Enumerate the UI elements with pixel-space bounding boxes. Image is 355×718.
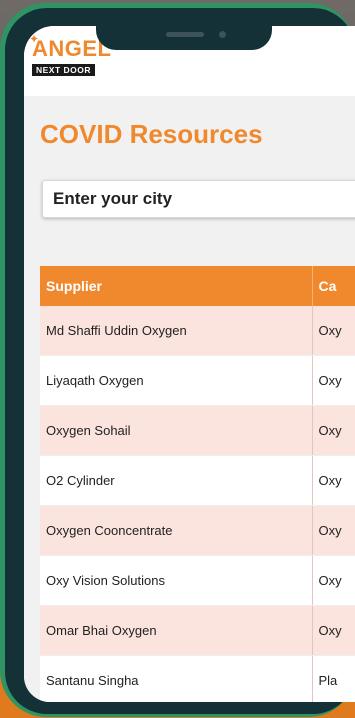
table-row[interactable]: Liyaqath Oxygen Oxy bbox=[40, 355, 355, 406]
supplier-cell: Md Shaffi Uddin Oxygen bbox=[40, 306, 313, 356]
category-cell: Oxy bbox=[312, 605, 355, 656]
category-cell: Oxy bbox=[312, 355, 355, 406]
category-cell: Oxy bbox=[312, 505, 355, 556]
resources-table: Supplier Ca Md Shaffi Uddin Oxygen Oxy L… bbox=[40, 266, 355, 702]
column-header-supplier[interactable]: Supplier bbox=[40, 266, 313, 306]
city-search-input[interactable] bbox=[42, 180, 355, 218]
column-header-category[interactable]: Ca bbox=[312, 266, 355, 306]
category-cell: Oxy bbox=[312, 306, 355, 356]
brand-logo[interactable]: ✦ ANGEL NEXT DOOR bbox=[28, 32, 111, 80]
supplier-cell: O2 Cylinder bbox=[40, 455, 313, 506]
table-row[interactable]: Oxygen Sohail Oxy bbox=[40, 405, 355, 456]
supplier-cell: Oxygen Sohail bbox=[40, 405, 313, 456]
phone-screen: ✦ ANGEL NEXT DOOR COVID Resources Suppli… bbox=[24, 26, 355, 702]
phone-notch bbox=[96, 10, 272, 50]
resources-table-container[interactable]: Supplier Ca Md Shaffi Uddin Oxygen Oxy L… bbox=[40, 266, 355, 702]
main-content: COVID Resources Supplier Ca Md Shaffi Ud… bbox=[24, 96, 355, 702]
supplier-cell: Liyaqath Oxygen bbox=[40, 355, 313, 406]
table-row[interactable]: Oxy Vision Solutions Oxy bbox=[40, 555, 355, 606]
logo-subtitle: NEXT DOOR bbox=[32, 64, 96, 76]
category-cell: Oxy bbox=[312, 405, 355, 456]
front-camera bbox=[219, 31, 226, 38]
speaker-grille bbox=[166, 32, 204, 37]
category-cell: Pla bbox=[312, 655, 355, 702]
table-row[interactable]: Omar Bhai Oxygen Oxy bbox=[40, 605, 355, 656]
table-row[interactable]: Oxygen Cooncentrate Oxy bbox=[40, 505, 355, 556]
supplier-cell: Santanu Singha bbox=[40, 655, 313, 702]
supplier-cell: Oxygen Cooncentrate bbox=[40, 505, 313, 556]
table-row[interactable]: Santanu Singha Pla bbox=[40, 655, 355, 702]
table-row[interactable]: Md Shaffi Uddin Oxygen Oxy bbox=[40, 306, 355, 356]
page-title: COVID Resources bbox=[40, 119, 263, 149]
supplier-cell: Oxy Vision Solutions bbox=[40, 555, 313, 606]
table-row[interactable]: O2 Cylinder Oxy bbox=[40, 455, 355, 506]
table-header-row: Supplier Ca bbox=[40, 266, 355, 306]
category-cell: Oxy bbox=[312, 555, 355, 606]
supplier-cell: Omar Bhai Oxygen bbox=[40, 605, 313, 656]
category-cell: Oxy bbox=[312, 455, 355, 506]
